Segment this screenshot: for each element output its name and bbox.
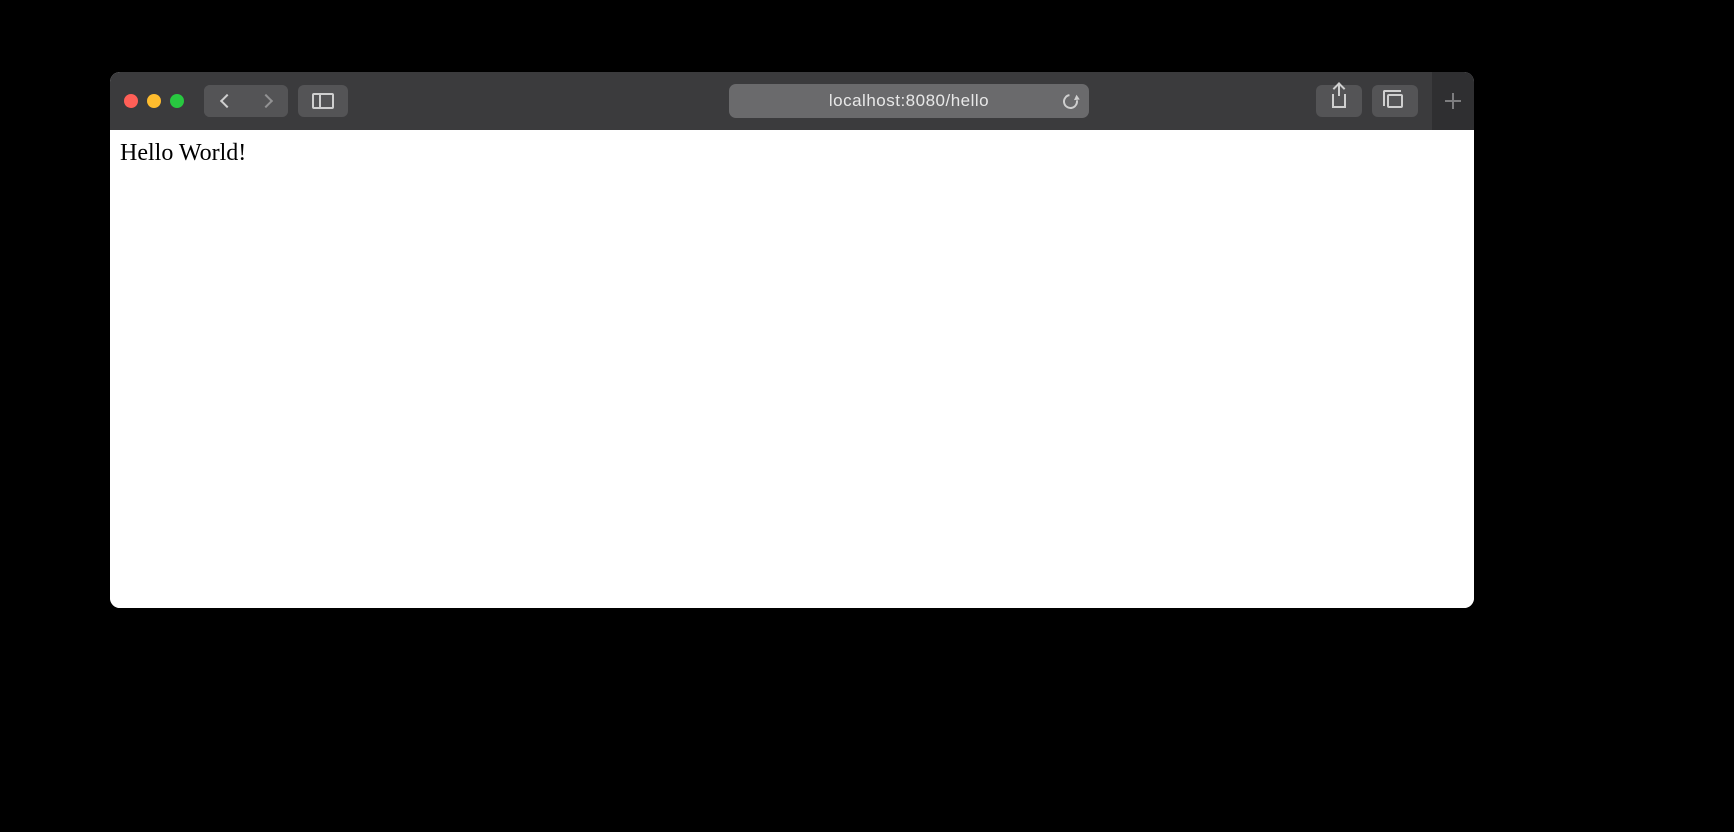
plus-icon [1445,93,1461,109]
window-controls [124,94,184,108]
minimize-window-button[interactable] [147,94,161,108]
show-tabs-button[interactable] [1372,85,1418,117]
toolbar-spacer-right [1099,72,1460,130]
tabs-icon [1387,94,1403,108]
reload-button[interactable] [1061,92,1079,110]
share-icon [1332,94,1346,108]
navigation-buttons [204,85,288,117]
browser-toolbar: localhost:8080/hello [110,72,1474,130]
address-bar[interactable]: localhost:8080/hello [729,84,1090,118]
address-url-text: localhost:8080/hello [729,91,1090,111]
maximize-window-button[interactable] [170,94,184,108]
page-content: Hello World! [110,130,1474,608]
reload-icon [1060,91,1081,112]
page-body-text: Hello World! [120,140,246,166]
close-window-button[interactable] [124,94,138,108]
sidebar-toggle-button[interactable] [298,85,348,117]
sidebar-icon [312,93,334,109]
forward-button[interactable] [246,85,288,117]
chevron-left-icon [219,94,233,108]
back-button[interactable] [204,85,246,117]
share-button[interactable] [1316,85,1362,117]
chevron-right-icon [258,94,272,108]
new-tab-button[interactable] [1432,72,1474,130]
browser-window: localhost:8080/hello Hello World! [110,72,1474,608]
